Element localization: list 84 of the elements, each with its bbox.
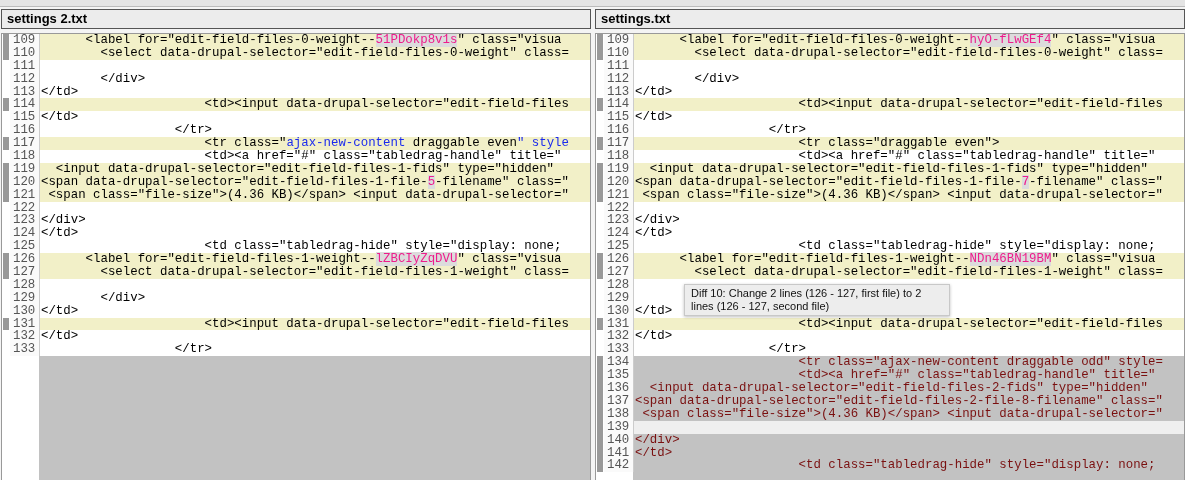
code-line: <tr class="ajax-new-content draggable even" style (203, 136, 569, 151)
code-line: <select data-drupal-selector="edit-field-files-0-weight" class= (99, 45, 569, 60)
code-line: <tr class="ajax-new-content draggable odd" style= (797, 355, 1163, 370)
line-number: 118 (604, 150, 634, 163)
line-number: 115 (604, 111, 634, 125)
code-line: </div> (635, 432, 680, 447)
code-line: </div> (99, 71, 146, 86)
code-line: <input data-drupal-selector="edit-field-files-1-fids" type="hidden" (54, 161, 555, 176)
line-number: 133 (10, 343, 40, 357)
code-line: <td><input data-drupal-selector="edit-field-files (203, 97, 569, 112)
code-line: <label for="edit-field-files-0-weight--hyO-fLwGEf4" class="visua (678, 34, 1156, 47)
line-number: 125 (604, 240, 634, 254)
code-line: </td> (41, 84, 79, 99)
line-number: 134 (604, 356, 634, 370)
code-line: </tr> (173, 342, 213, 357)
line-number: 135 (604, 369, 634, 383)
code-line: <span data-drupal-selector="edit-field-files-2-file-8-filename" class=" (635, 393, 1163, 408)
code-line: </td> (635, 329, 673, 344)
line-number: 123 (604, 214, 634, 228)
code-line: <td><input data-drupal-selector="edit-field-files (797, 316, 1163, 331)
code-line: </td> (635, 226, 673, 241)
code-line: <td class="tabledrag-hide" style="display: none; (797, 458, 1156, 473)
line-number: 142 (604, 459, 634, 473)
code-line: <td><a href="#" class="tabledrag-handle" title=" (798, 149, 1156, 163)
code-line: <label for="edit-field-files-1-weight--NDn46BN19BM" class="visua (678, 252, 1156, 267)
code-line: <span class="file-size">(4.36 KB)</span> <input data-drupal-selector=" (642, 406, 1163, 421)
code-line: <tr class="draggable even"> (797, 136, 1000, 151)
code-line: <td class="tabledrag-hide" style="display: none; (798, 239, 1156, 254)
line-number: 136 (604, 382, 634, 395)
code-line: <span data-drupal-selector="edit-field-files-1-file-5-filename" class=" (41, 174, 569, 189)
tooltip: Diff 10: Change 2 lines (126 - 127, first file) to 2 lines (126 - 127, second file) (684, 283, 950, 316)
file-title: settings.txt (595, 9, 1185, 29)
code-line: <input data-drupal-selector="edit-field-files-2-fids" type="hidden" (648, 381, 1149, 396)
line-number: 125 (10, 240, 40, 254)
line-number: 126 (604, 253, 634, 267)
code-line: </div> (693, 71, 740, 86)
line-number: 116 (604, 124, 634, 138)
line-number: 124 (10, 227, 40, 241)
code-line: </div> (635, 213, 680, 228)
code-line: <td><input data-drupal-selector="edit-field-files (203, 316, 569, 331)
code-line: <select data-drupal-selector="edit-field-files-1-weight" class= (99, 265, 569, 280)
code-line: <td><a href="#" class="tabledrag-handle" title=" (798, 368, 1156, 383)
code-line: <span data-drupal-selector="edit-field-files-1-file-7-filename" class=" (635, 174, 1163, 189)
code-line: <td class="tabledrag-hide" style="display: none; (204, 239, 562, 254)
line-number: 109 (604, 34, 634, 47)
code-line: <input data-drupal-selector="edit-field-files-1-fids" type="hidden" (648, 161, 1149, 176)
code-line: </td> (635, 445, 673, 460)
code-line: <label for="edit-field-files-0-weight--51PDokp8v1s" class="visua (84, 34, 562, 47)
line-number: 133 (604, 343, 634, 357)
line-number: 117 (10, 137, 40, 150)
line-number: 117 (604, 137, 634, 150)
code-line: </td> (635, 110, 673, 125)
line-number: 115 (10, 111, 40, 125)
line-number: 127 (604, 266, 634, 279)
code-line: <select data-drupal-selector="edit-field-files-1-weight" class= (693, 265, 1163, 280)
code-line: </td> (41, 110, 79, 125)
line-number: 132 (604, 330, 634, 344)
line-number: 126 (10, 253, 40, 267)
code-line: <td><a href="#" class="tabledrag-handle" title=" (204, 149, 562, 163)
code-line: </td> (41, 329, 79, 344)
line-number: 114 (604, 98, 634, 112)
line-number: 124 (604, 227, 634, 241)
file-title: settings 2.txt (1, 9, 591, 29)
line-number: 123 (10, 214, 40, 228)
code-line: </tr> (767, 123, 807, 138)
code-line: </td> (41, 303, 79, 318)
code-line: </div> (99, 290, 146, 305)
code-line: </div> (41, 213, 86, 228)
line-number: 127 (10, 266, 40, 279)
line-number: 118 (10, 150, 40, 163)
code-line: </td> (635, 303, 673, 318)
line-number: 132 (10, 330, 40, 344)
code-line: <select data-drupal-selector="edit-field-files-0-weight" class= (693, 45, 1163, 60)
code-line: <span class="file-size">(4.36 KB)</span> <input data-drupal-selector=" (48, 187, 569, 202)
code-line: </tr> (173, 123, 213, 138)
line-number: 114 (10, 98, 40, 112)
code-line: <span class="file-size">(4.36 KB)</span> <input data-drupal-selector=" (642, 187, 1163, 202)
code-line: </td> (41, 226, 79, 241)
line-number: 116 (10, 124, 40, 138)
code-line: <td><input data-drupal-selector="edit-field-files (797, 97, 1163, 112)
code-line: </td> (635, 84, 673, 99)
code-line: <label for="edit-field-files-1-weight--lZBCIyZqDVU" class="visua (84, 252, 562, 267)
code-line: </tr> (767, 342, 807, 357)
line-number: 109 (10, 34, 40, 47)
